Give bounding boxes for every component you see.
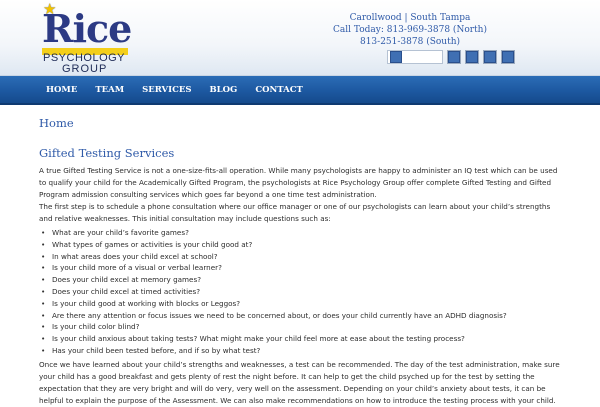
nav-item-contact[interactable]: CONTACT [255, 85, 303, 95]
contact-info: Carollwood | South Tampa Call Today: 813… [310, 12, 510, 48]
page-title: Home [39, 116, 74, 130]
nav-item-team[interactable]: TEAM [95, 85, 124, 95]
social-icon [484, 51, 496, 63]
list-item: What types of games or activities is you… [41, 239, 562, 251]
social-button-4[interactable] [501, 50, 515, 64]
main-content: Home Gifted Testing Services A true Gift… [0, 105, 600, 407]
list-item: In what areas does your child excel at s… [41, 251, 562, 263]
list-item: Is your child anxious about taking tests… [41, 333, 562, 345]
locations-text: Carollwood | South Tampa [349, 13, 471, 23]
list-item: Does your child excel at timed activitie… [41, 286, 562, 298]
logo-line-group: GROUP [62, 63, 108, 75]
logo-name: Rice [42, 6, 132, 51]
main-nav: HOME TEAM SERVICES BLOG CONTACT [0, 76, 600, 105]
social-button-1[interactable] [447, 50, 461, 64]
list-item: Are there any attention or focus issues … [41, 310, 562, 322]
social-icon [502, 51, 514, 63]
social-icon [448, 51, 460, 63]
social-button-3[interactable] [483, 50, 497, 64]
phone-north: Call Today: 813-969-3878 (North) [333, 25, 487, 35]
list-item: Is your child color blind? [41, 321, 562, 333]
search-icon [390, 51, 402, 63]
social-icon [466, 51, 478, 63]
nav-item-services[interactable]: SERVICES [142, 85, 191, 95]
consultation-paragraph: The first step is to schedule a phone co… [39, 202, 551, 223]
list-item: Has your child been tested before, and i… [41, 345, 562, 357]
section-title: Gifted Testing Services [39, 146, 175, 160]
intro-paragraph: A true Gifted Testing Service is not a o… [39, 166, 558, 199]
question-list: What are your child’s favorite games? Wh… [39, 227, 562, 357]
nav-item-home[interactable]: HOME [46, 85, 77, 95]
list-item: Is your child more of a visual or verbal… [41, 262, 562, 274]
list-item: What are your child’s favorite games? [41, 227, 562, 239]
list-item: Does your child excel at memory games? [41, 274, 562, 286]
social-button-2[interactable] [465, 50, 479, 64]
site-logo[interactable]: ★ Rice PSYCHOLOGY GROUP [40, 0, 135, 75]
nav-item-blog[interactable]: BLOG [209, 85, 237, 95]
list-item: Is your child good at working with block… [41, 298, 562, 310]
search-input[interactable] [387, 50, 443, 64]
phone-south: 813-251-3878 (South) [359, 37, 461, 47]
site-header: ★ Rice PSYCHOLOGY GROUP Carollwood | Sou… [0, 0, 600, 76]
header-widgets [387, 50, 515, 64]
